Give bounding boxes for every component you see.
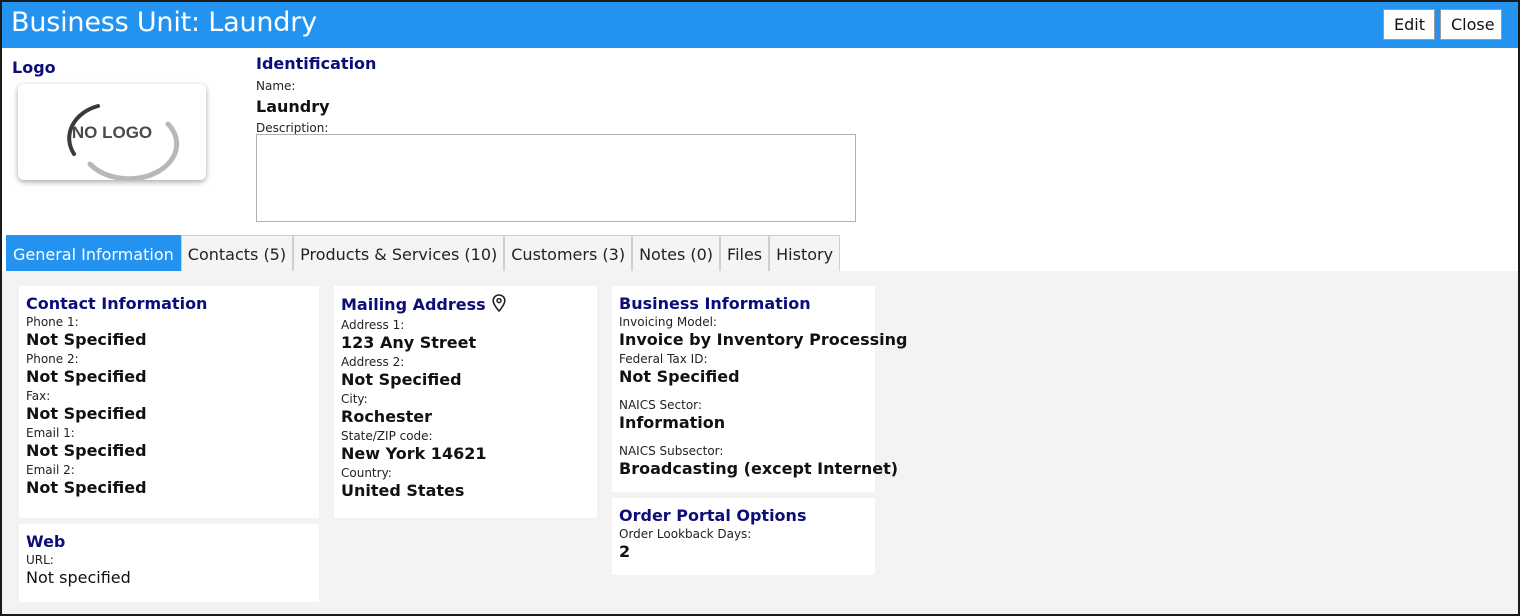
phone-1-label: Phone 1: [26, 315, 79, 329]
url-label: URL: [26, 553, 54, 567]
tab-files[interactable]: Files [720, 235, 770, 271]
no-logo-text: NO LOGO [72, 123, 152, 142]
phone-1-value: Not Specified [26, 330, 147, 349]
country-value: United States [341, 481, 465, 500]
city-label: City: [341, 392, 368, 406]
email-1-label: Email 1: [26, 426, 75, 440]
email-2-value: Not Specified [26, 478, 147, 497]
business-unit-window: Business Unit: Laundry Edit Close Logo N… [0, 0, 1520, 616]
business-information-title: Business Information [619, 294, 811, 313]
country-label: Country: [341, 466, 392, 480]
title-bar: Business Unit: Laundry Edit Close [2, 2, 1518, 48]
description-field [256, 134, 856, 222]
web-card: Web URL: Not specified [19, 524, 319, 602]
name-value: Laundry [256, 97, 330, 116]
order-lookback-days-value: 2 [619, 542, 631, 561]
window-title: Business Unit: Laundry [11, 7, 317, 38]
mailing-address-card: Mailing Address Address 1: 123 Any Stree… [334, 286, 597, 518]
tab-customers[interactable]: Customers (3) [504, 235, 633, 271]
contact-information-card: Contact Information Phone 1: Not Specifi… [19, 286, 319, 518]
address-1-value: 123 Any Street [341, 333, 477, 352]
order-lookback-days-label: Order Lookback Days: [619, 527, 752, 541]
address-2-value: Not Specified [341, 370, 462, 389]
tab-products-services[interactable]: Products & Services (10) [293, 235, 505, 271]
order-portal-options-title: Order Portal Options [619, 506, 807, 525]
address-2-label: Address 2: [341, 355, 405, 369]
business-information-card: Business Information Invoicing Model: In… [612, 286, 908, 492]
logo-section-title: Logo [12, 58, 56, 77]
fax-value: Not Specified [26, 404, 147, 423]
invoicing-model-value: Invoice by Inventory Processing [619, 330, 908, 349]
naics-subsector-label: NAICS Subsector: [619, 444, 724, 458]
identification-section-title: Identification [256, 54, 377, 73]
tab-contacts[interactable]: Contacts (5) [180, 235, 294, 271]
federal-tax-id-value: Not Specified [619, 367, 740, 386]
mailing-address-title-row: Mailing Address [341, 294, 590, 316]
state-zip-label: State/ZIP code: [341, 429, 433, 443]
city-value: Rochester [341, 407, 432, 426]
close-button[interactable]: Close [1440, 9, 1502, 40]
name-label: Name: [256, 79, 296, 93]
tab-history[interactable]: History [769, 235, 841, 271]
tab-notes[interactable]: Notes (0) [632, 235, 721, 271]
tab-general-information[interactable]: General Information [6, 235, 181, 271]
state-zip-value: New York 14621 [341, 444, 487, 463]
email-1-value: Not Specified [26, 441, 147, 460]
email-2-label: Email 2: [26, 463, 75, 477]
phone-2-value: Not Specified [26, 367, 147, 386]
general-information-panel: Contact Information Phone 1: Not Specifi… [2, 271, 1518, 614]
edit-button[interactable]: Edit [1383, 9, 1435, 40]
naics-sector-label: NAICS Sector: [619, 398, 702, 412]
logo-placeholder[interactable]: NO LOGO [18, 84, 206, 182]
web-title: Web [26, 532, 66, 551]
order-portal-options-card: Order Portal Options Order Lookback Days… [612, 498, 875, 575]
fax-label: Fax: [26, 389, 51, 403]
mailing-address-title: Mailing Address [341, 295, 486, 314]
no-logo-image: NO LOGO [67, 104, 180, 182]
naics-subsector-value: Broadcasting (except Internet) [619, 459, 899, 478]
map-pin-icon[interactable] [492, 294, 506, 316]
description-label: Description: [256, 121, 329, 135]
tab-bar: General Information Contacts (5) Product… [6, 235, 841, 271]
address-1-label: Address 1: [341, 318, 405, 332]
invoicing-model-label: Invoicing Model: [619, 315, 717, 329]
url-value: Not specified [26, 568, 131, 587]
federal-tax-id-label: Federal Tax ID: [619, 352, 708, 366]
phone-2-label: Phone 2: [26, 352, 79, 366]
naics-sector-value: Information [619, 413, 726, 432]
contact-information-title: Contact Information [26, 294, 208, 313]
